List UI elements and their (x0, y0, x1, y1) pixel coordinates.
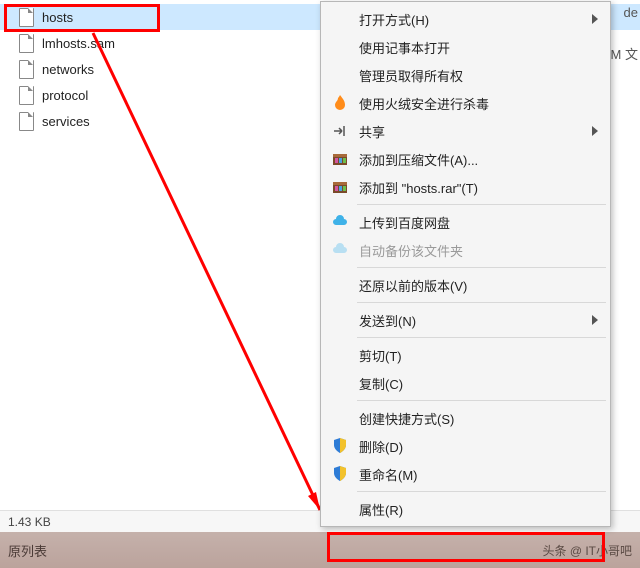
menu-share[interactable]: 共享 (323, 117, 608, 145)
file-icon (18, 33, 34, 53)
chevron-right-icon (592, 315, 598, 325)
winrar-icon (331, 178, 349, 196)
menu-label: 添加到压缩文件(A)... (359, 150, 478, 169)
menu-delete[interactable]: 删除(D) (323, 432, 608, 460)
menu-label: 添加到 "hosts.rar"(T) (359, 178, 478, 197)
winrar-icon (331, 150, 349, 168)
menu-rename[interactable]: 重命名(M) (323, 460, 608, 488)
share-icon (331, 122, 349, 140)
shield-icon (331, 437, 349, 455)
cloud-sync-icon (331, 241, 349, 259)
menu-label: 属性(R) (359, 500, 403, 519)
menu-label: 重命名(M) (359, 465, 418, 484)
menu-open-with[interactable]: 打开方式(H) (323, 5, 608, 33)
bottom-strip: 原列表 头条 @ IT小哥吧 (0, 532, 640, 568)
file-icon (18, 59, 34, 79)
menu-label: 删除(D) (359, 437, 403, 456)
menu-properties[interactable]: 属性(R) (323, 495, 608, 523)
cloud-upload-icon (331, 213, 349, 231)
context-menu: 打开方式(H) 使用记事本打开 管理员取得所有权 使用火绒安全进行杀毒 共享 添… (320, 1, 611, 527)
menu-label: 创建快捷方式(S) (359, 409, 454, 428)
menu-label: 使用记事本打开 (359, 38, 450, 57)
file-name: networks (42, 62, 94, 77)
menu-label: 共享 (359, 122, 385, 141)
chevron-right-icon (592, 126, 598, 136)
file-name: services (42, 114, 90, 129)
file-icon (18, 7, 34, 27)
menu-admin-take-ownership[interactable]: 管理员取得所有权 (323, 61, 608, 89)
menu-add-to-hosts-rar[interactable]: 添加到 "hosts.rar"(T) (323, 173, 608, 201)
menu-baidu-auto-backup: 自动备份该文件夹 (323, 236, 608, 264)
file-name: protocol (42, 88, 88, 103)
menu-separator (357, 337, 606, 338)
menu-cut[interactable]: 剪切(T) (323, 341, 608, 369)
file-icon (18, 85, 34, 105)
menu-huorong-scan[interactable]: 使用火绒安全进行杀毒 (323, 89, 608, 117)
file-size-label: 1.43 KB (8, 515, 51, 529)
watermark: 头条 @ IT小哥吧 (542, 542, 632, 559)
chevron-right-icon (592, 14, 598, 24)
date-fragment: de (624, 5, 638, 20)
menu-separator (357, 491, 606, 492)
menu-label: 复制(C) (359, 374, 403, 393)
menu-label: 上传到百度网盘 (359, 213, 450, 232)
menu-add-to-archive[interactable]: 添加到压缩文件(A)... (323, 145, 608, 173)
flame-icon (331, 94, 349, 112)
menu-baidu-upload[interactable]: 上传到百度网盘 (323, 208, 608, 236)
menu-label: 剪切(T) (359, 346, 402, 365)
menu-label: 自动备份该文件夹 (359, 241, 463, 260)
menu-separator (357, 302, 606, 303)
menu-label: 还原以前的版本(V) (359, 276, 467, 295)
menu-label: 打开方式(H) (359, 10, 429, 29)
menu-separator (357, 204, 606, 205)
menu-send-to[interactable]: 发送到(N) (323, 306, 608, 334)
shield-icon (331, 465, 349, 483)
menu-restore-previous[interactable]: 还原以前的版本(V) (323, 271, 608, 299)
menu-copy[interactable]: 复制(C) (323, 369, 608, 397)
menu-label: 管理员取得所有权 (359, 66, 463, 85)
file-icon (18, 111, 34, 131)
menu-separator (357, 400, 606, 401)
menu-label: 使用火绒安全进行杀毒 (359, 94, 489, 113)
menu-separator (357, 267, 606, 268)
menu-create-shortcut[interactable]: 创建快捷方式(S) (323, 404, 608, 432)
file-name: hosts (42, 10, 73, 25)
bottom-label: 原列表 (8, 541, 47, 560)
menu-label: 发送到(N) (359, 311, 416, 330)
menu-notepad-open[interactable]: 使用记事本打开 (323, 33, 608, 61)
file-name: lmhosts.sam (42, 36, 115, 51)
